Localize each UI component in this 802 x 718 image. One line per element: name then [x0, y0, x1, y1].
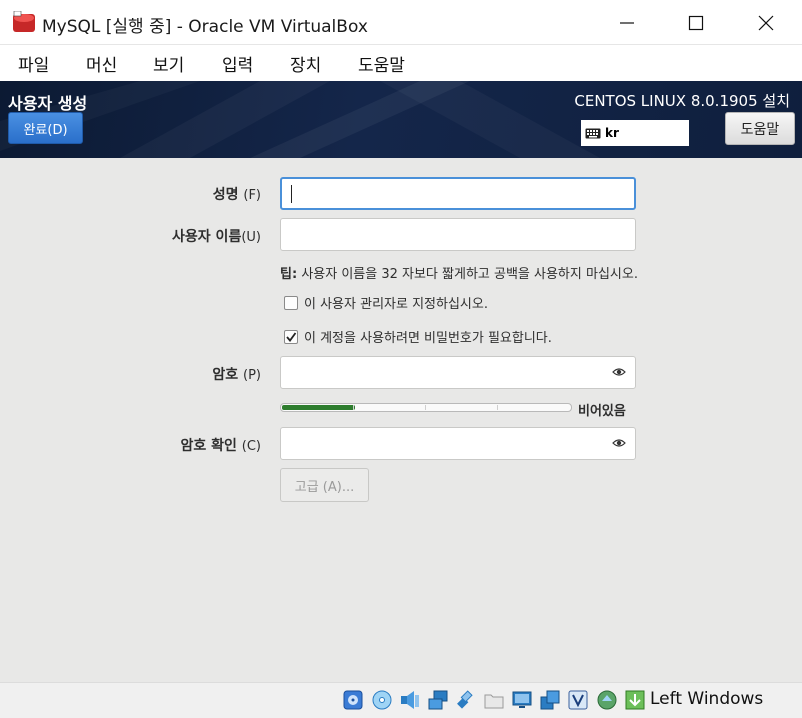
display-icon[interactable]	[511, 689, 533, 711]
host-key-label: Left Windows	[650, 689, 764, 709]
minimize-icon	[620, 21, 634, 24]
usb-icon[interactable]	[455, 689, 477, 711]
password-input[interactable]	[280, 356, 636, 389]
menu-file[interactable]: 파일	[18, 51, 49, 76]
minimize-button[interactable]	[604, 0, 650, 45]
menu-input[interactable]: 입력	[222, 51, 253, 76]
confirm-label: 암호 확인 (C)	[180, 435, 261, 455]
spoke-title: 사용자 생성	[8, 94, 88, 113]
password-strength-fill	[282, 405, 355, 410]
product-title: CENTOS LINUX 8.0.1905 설치	[574, 92, 790, 110]
password-label: 암호 (P)	[212, 364, 261, 384]
keyboard-capture-icon[interactable]	[624, 689, 646, 711]
done-button[interactable]: 완료(D)	[8, 112, 83, 144]
show-password-eye-icon[interactable]	[612, 366, 626, 378]
menu-bar: 파일 머신 보기 입력 장치 도움말	[0, 45, 802, 81]
menu-devices[interactable]: 장치	[290, 51, 321, 76]
fullname-input[interactable]	[280, 177, 636, 210]
username-hint: 팁: 사용자 이름을 32 자보다 짧게하고 공백을 사용하지 마십시오.	[280, 263, 638, 282]
admin-checkbox-row[interactable]: 이 사용자 관리자로 지정하십시오.	[284, 293, 488, 312]
maximize-button[interactable]	[673, 0, 719, 45]
keyboard-icon	[585, 128, 601, 138]
vm-status-bar: Left Windows	[0, 682, 802, 718]
close-icon	[758, 15, 774, 30]
fullname-mnemonic: (F)	[243, 188, 261, 203]
create-user-form: 성명 (F) 사용자 이름(U) 팁: 사용자 이름을 32 자보다 짧게하고 …	[0, 158, 802, 682]
admin-checkbox-label: 이 사용자 관리자로 지정하십시오.	[304, 297, 488, 312]
strength-segment-divider	[497, 405, 498, 410]
audio-icon[interactable]	[399, 689, 421, 711]
optical-disk-icon[interactable]	[371, 689, 393, 711]
menu-view[interactable]: 보기	[153, 51, 184, 76]
window-titlebar: MySQL [실행 중] - Oracle VM VirtualBox	[0, 0, 802, 45]
username-mnemonic: (U)	[241, 230, 261, 245]
username-label-text: 사용자 이름	[172, 229, 242, 245]
confirm-password-input[interactable]	[280, 427, 636, 460]
capture-icon[interactable]	[539, 689, 561, 711]
shared-folder-icon[interactable]	[483, 689, 505, 711]
menu-help[interactable]: 도움말	[358, 51, 405, 76]
help-button[interactable]: 도움말	[725, 112, 795, 145]
username-input[interactable]	[280, 218, 636, 251]
menu-machine[interactable]: 머신	[86, 51, 117, 76]
hard-disk-icon[interactable]	[342, 689, 364, 711]
password-mnemonic: (P)	[243, 368, 261, 383]
hint-prefix: 팁:	[280, 267, 298, 282]
confirm-mnemonic: (C)	[241, 439, 261, 454]
checkmark-icon	[286, 331, 297, 342]
keyboard-layout-indicator[interactable]: kr	[581, 120, 689, 146]
close-button[interactable]	[743, 0, 789, 45]
username-label: 사용자 이름(U)	[172, 226, 261, 246]
show-password-eye-icon[interactable]	[612, 437, 626, 449]
fullname-label-text: 성명	[212, 187, 239, 203]
text-caret	[291, 185, 292, 203]
password-required-label: 이 계정을 사용하려면 비밀번호가 필요합니다.	[304, 331, 552, 346]
password-required-checkbox[interactable]	[284, 329, 298, 344]
password-strength-label: 비어있음	[578, 404, 626, 419]
window-title: MySQL [실행 중] - Oracle VM VirtualBox	[42, 17, 368, 37]
mouse-integration-icon[interactable]	[596, 689, 618, 711]
password-label-text: 암호	[212, 367, 239, 383]
keyboard-layout-label: kr	[605, 126, 619, 140]
confirm-label-text: 암호 확인	[180, 438, 237, 454]
virtualbox-app-icon	[13, 11, 35, 32]
strength-segment-divider	[353, 405, 354, 410]
password-strength-bar	[280, 403, 572, 412]
password-required-checkbox-row[interactable]: 이 계정을 사용하려면 비밀번호가 필요합니다.	[284, 327, 552, 346]
hint-text: 사용자 이름을 32 자보다 짧게하고 공백을 사용하지 마십시오.	[301, 267, 638, 282]
advanced-button[interactable]: 고급 (A)...	[280, 468, 369, 502]
installer-header: 사용자 생성 완료(D) CENTOS LINUX 8.0.1905 설치 kr…	[0, 81, 802, 158]
strength-segment-divider	[425, 405, 426, 410]
vt-x-icon[interactable]	[567, 689, 589, 711]
network-icon[interactable]	[427, 689, 449, 711]
maximize-icon	[688, 15, 704, 30]
fullname-label: 성명 (F)	[213, 184, 261, 204]
admin-checkbox[interactable]	[284, 295, 298, 310]
